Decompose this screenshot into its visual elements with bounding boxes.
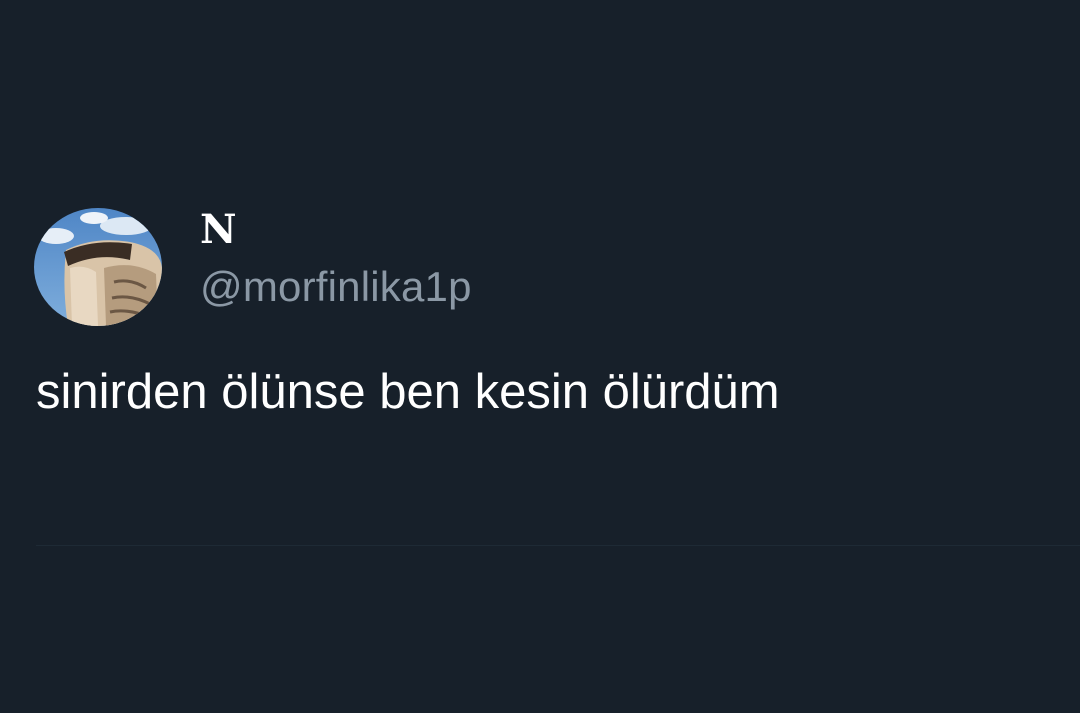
divider bbox=[36, 545, 1080, 546]
tweet-card: N @morfinlika1p sinirden ölünse ben kesi… bbox=[0, 0, 1080, 713]
user-meta: N @morfinlika1p bbox=[200, 208, 472, 312]
tweet-text: sinirden ölünse ben kesin ölürdüm bbox=[36, 365, 780, 419]
display-name[interactable]: N bbox=[200, 208, 472, 252]
avatar[interactable] bbox=[34, 208, 162, 326]
user-handle[interactable]: @morfinlika1p bbox=[200, 262, 472, 312]
profile-photo-icon bbox=[34, 208, 162, 326]
tweet-header: N @morfinlika1p bbox=[34, 208, 472, 326]
